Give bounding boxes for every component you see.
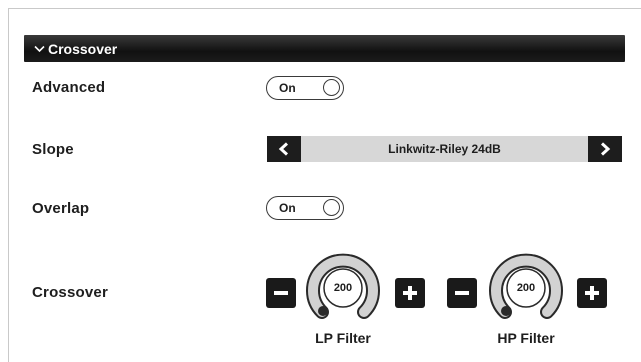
lp-increase-button[interactable]	[395, 278, 425, 308]
chevron-left-icon	[278, 142, 289, 156]
hp-filter-knob[interactable]: 200	[484, 250, 568, 334]
slope-prev-button[interactable]	[267, 136, 301, 162]
toggle-knob	[323, 79, 340, 96]
lp-filter-knob[interactable]: 200	[301, 250, 385, 334]
hp-filter-label: HP Filter	[497, 330, 555, 346]
chevron-right-icon	[600, 142, 611, 156]
advanced-label: Advanced	[32, 79, 106, 96]
advanced-toggle-state: On	[279, 81, 296, 95]
overlap-label: Overlap	[32, 200, 90, 217]
overlap-toggle[interactable]: On	[266, 196, 344, 220]
crossover-section-header[interactable]: Crossover	[24, 35, 625, 62]
chevron-down-icon	[34, 40, 45, 56]
lp-filter-label: LP Filter	[315, 330, 371, 346]
lp-decrease-button[interactable]	[266, 278, 296, 308]
hp-increase-button[interactable]	[577, 278, 607, 308]
plus-icon	[585, 286, 599, 300]
overlap-toggle-state: On	[279, 201, 296, 215]
slope-next-button[interactable]	[588, 136, 622, 162]
toggle-knob	[323, 199, 340, 216]
crossover-label: Crossover	[32, 284, 109, 301]
hp-decrease-button[interactable]	[447, 278, 477, 308]
slope-label: Slope	[32, 141, 74, 158]
slope-value: Linkwitz-Riley 24dB	[388, 142, 501, 156]
minus-icon	[274, 291, 288, 295]
lp-filter-value: 200	[333, 282, 353, 294]
hp-filter-value: 200	[516, 282, 536, 294]
section-title: Crossover	[48, 40, 118, 57]
minus-icon	[455, 291, 469, 295]
plus-icon	[403, 286, 417, 300]
slope-selector: Linkwitz-Riley 24dB	[267, 136, 622, 162]
advanced-toggle[interactable]: On	[266, 76, 344, 100]
